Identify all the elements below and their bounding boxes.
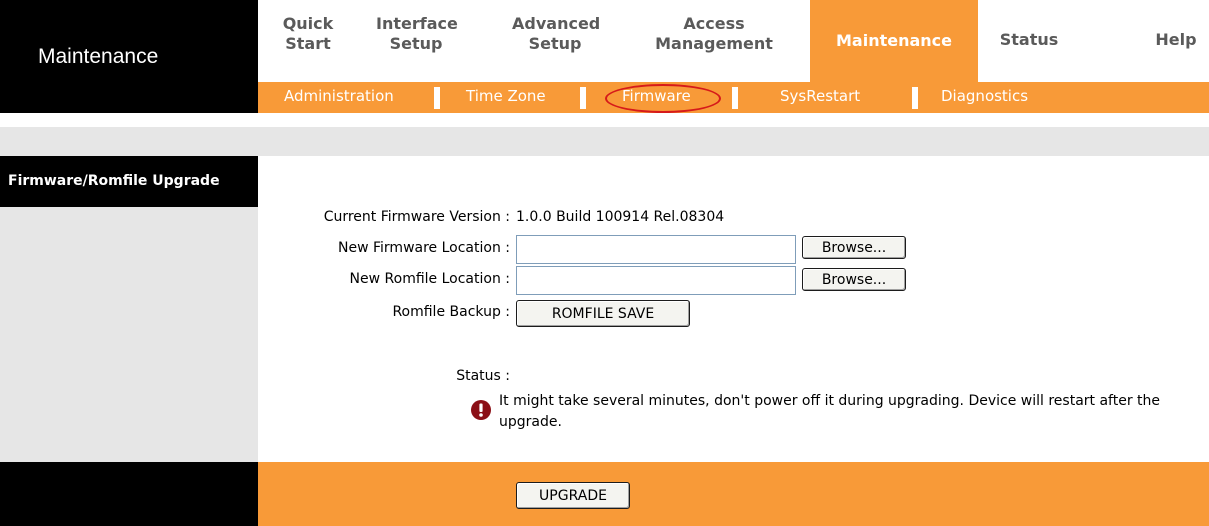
nav-maintenance[interactable]: Maintenance <box>810 0 978 82</box>
subnav-divider <box>912 87 918 109</box>
footer-bar <box>258 462 1209 526</box>
current-firmware-label: Current Firmware Version : <box>323 209 510 225</box>
subnav-administration[interactable]: Administration <box>284 87 394 105</box>
subnav-divider <box>732 87 738 109</box>
warning-icon <box>471 400 491 420</box>
gray-strip <box>0 127 1209 156</box>
romfile-backup-label: Romfile Backup : <box>392 304 510 320</box>
current-firmware-value: 1.0.0 Build 100914 Rel.08304 <box>516 209 725 225</box>
status-message: It might take several minutes, don't pow… <box>499 393 1161 430</box>
new-romfile-location-input[interactable] <box>516 266 796 295</box>
subnav-sysrestart[interactable]: SysRestart <box>780 87 860 105</box>
new-firmware-location-input[interactable] <box>516 235 796 264</box>
browse-firmware-button[interactable]: Browse... <box>802 236 906 259</box>
browse-romfile-button[interactable]: Browse... <box>802 268 906 291</box>
nav-help[interactable]: Help <box>1148 30 1204 50</box>
new-romfile-label: New Romfile Location : <box>349 271 510 287</box>
footer-left-block <box>0 462 258 526</box>
main-nav: Quick Start Interface Setup Advanced Set… <box>258 0 1209 82</box>
section-title: Firmware/Romfile Upgrade <box>8 173 220 189</box>
firmware-highlight-ellipse <box>605 84 721 113</box>
new-firmware-label: New Firmware Location : <box>338 240 510 256</box>
subnav-diagnostics[interactable]: Diagnostics <box>941 87 1028 105</box>
subnav-divider <box>580 87 586 109</box>
nav-access-management[interactable]: Access Management <box>644 14 784 54</box>
status-label: Status : <box>456 368 510 384</box>
sub-nav: Administration Time Zone Firmware SysRes… <box>258 82 1209 113</box>
nav-status[interactable]: Status <box>994 30 1064 50</box>
subnav-divider <box>434 87 440 109</box>
romfile-save-button[interactable]: ROMFILE SAVE <box>516 300 690 327</box>
upgrade-button[interactable]: UPGRADE <box>516 482 630 509</box>
subnav-time-zone[interactable]: Time Zone <box>466 87 546 105</box>
nav-advanced-setup[interactable]: Advanced Setup <box>512 14 600 54</box>
page-title: Maintenance <box>38 45 159 68</box>
nav-interface-setup[interactable]: Interface Setup <box>376 14 458 54</box>
nav-quick-start[interactable]: Quick Start <box>280 14 336 54</box>
